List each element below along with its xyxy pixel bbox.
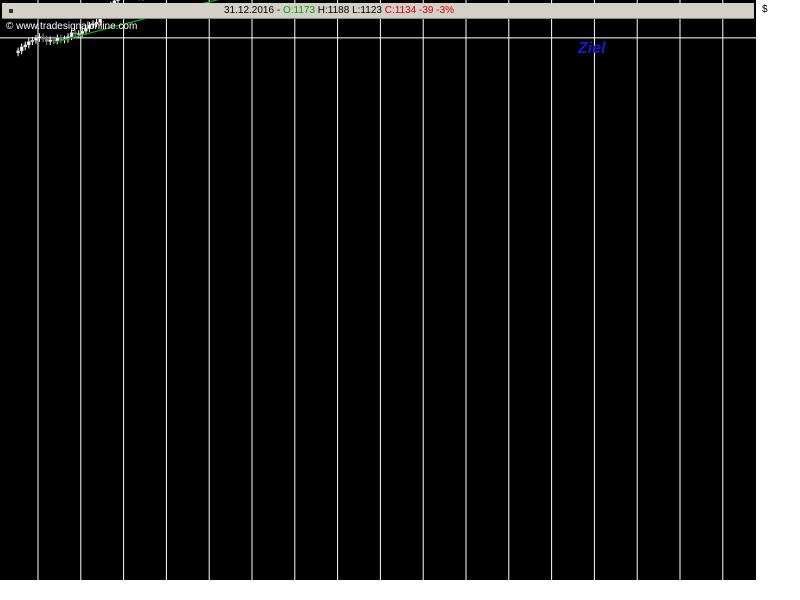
low-label: L:1123 xyxy=(352,5,382,16)
candle-body xyxy=(23,44,27,48)
candle-body xyxy=(19,46,24,52)
price-axis xyxy=(756,0,800,600)
candle-body xyxy=(41,36,45,40)
price-chart[interactable]: 4006008001000120014001600180020002200240… xyxy=(0,0,800,600)
menu-icon[interactable] xyxy=(6,6,16,16)
close-label: C:1134 -39 -3% xyxy=(384,5,455,16)
watermark-text: www.tradesignalonline.com xyxy=(16,21,138,32)
candle-body xyxy=(44,38,49,42)
candle-body xyxy=(76,33,81,35)
time-axis xyxy=(0,580,756,600)
candle-body xyxy=(59,37,63,41)
candle-body xyxy=(48,39,52,42)
candle-body xyxy=(16,50,20,54)
candle-body xyxy=(69,32,74,37)
candle-body xyxy=(30,40,35,42)
currency-label: $ xyxy=(762,4,768,15)
watermark: © www.tradesignalonline.com xyxy=(6,21,137,32)
copyright-icon: © xyxy=(6,21,14,32)
candle-body xyxy=(37,36,42,39)
open-label: O:1173 xyxy=(282,5,316,16)
header-bar: 31.12.2016 - O:1173 H:1188 L:1123 C:1134… xyxy=(2,3,754,19)
date-label: 31.12.2016 xyxy=(224,5,275,16)
candle-body xyxy=(27,41,31,46)
chart-frame: 4006008001000120014001600180020002200240… xyxy=(0,0,800,600)
candle-body xyxy=(34,38,38,41)
candle-body xyxy=(73,32,77,35)
high-label: H:1188 xyxy=(317,5,350,16)
ohlc-readout: 31.12.2016 - O:1173 H:1188 L:1123 C:1134… xyxy=(224,5,455,16)
candle-body xyxy=(116,0,120,2)
ziel-label: Ziel xyxy=(578,40,606,57)
candle-body xyxy=(55,37,60,42)
candle-body xyxy=(52,39,56,42)
